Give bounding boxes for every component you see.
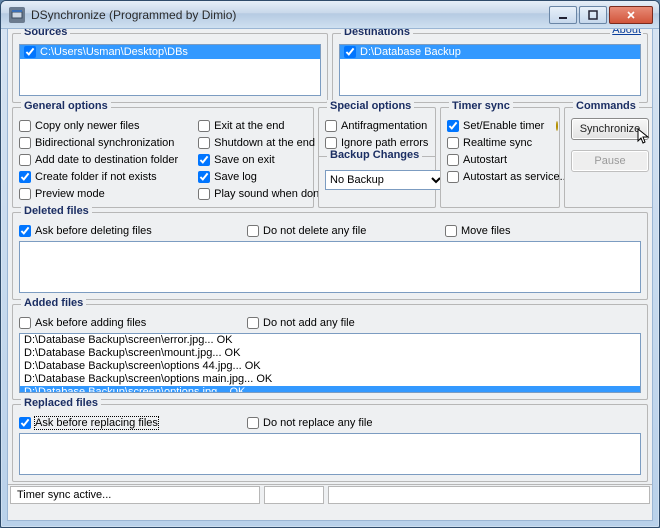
minimize-button[interactable]	[549, 6, 577, 24]
do-not-delete-checkbox[interactable]	[247, 225, 259, 237]
do-not-add-checkbox[interactable]	[247, 317, 259, 329]
move-files-label: Move files	[461, 225, 511, 237]
commands-group: Commands Synchronize Pause	[564, 107, 653, 208]
general-option-checkbox[interactable]	[198, 154, 210, 166]
general-option-label: Save on exit	[214, 154, 275, 166]
source-item-checkbox[interactable]	[24, 46, 36, 58]
timer-option-checkbox[interactable]	[447, 137, 459, 149]
general-option-checkbox[interactable]	[19, 154, 31, 166]
status-cell-2	[264, 486, 324, 504]
ask-before-delete-label: Ask before deleting files	[35, 225, 152, 237]
ask-before-replace-label: Ask before replacing files	[35, 417, 158, 429]
timer-option-checkbox[interactable]	[447, 120, 459, 132]
statusbar: Timer sync active...	[8, 484, 652, 504]
backup-changes-select[interactable]: No Backup	[325, 170, 445, 190]
do-not-replace-label: Do not replace any file	[263, 417, 372, 429]
added-file-row[interactable]: D:\Database Backup\screen\options 44.jpg…	[20, 360, 640, 373]
sources-group: Sources C:\Users\Usman\Desktop\DBs	[12, 33, 328, 103]
client-area: Sources C:\Users\Usman\Desktop\DBs Desti…	[7, 29, 653, 521]
general-options-title: General options	[21, 100, 111, 112]
general-option-label: Bidirectional synchronization	[35, 137, 174, 149]
general-option-checkbox[interactable]	[19, 120, 31, 132]
about-link[interactable]: About	[610, 29, 643, 36]
special-options-title: Special options	[327, 100, 414, 112]
destination-item[interactable]: D:\Database Backup	[340, 45, 640, 59]
added-file-row[interactable]: D:\Database Backup\screen\error.jpg... O…	[20, 334, 640, 347]
timer-sync-title: Timer sync	[449, 100, 513, 112]
do-not-replace-checkbox[interactable]	[247, 417, 259, 429]
status-cell-3	[328, 486, 650, 504]
general-option-checkbox[interactable]	[19, 171, 31, 183]
app-window: DSynchronize (Programmed by Dimio) Sourc…	[0, 0, 660, 528]
special-options-group: Special options AntifragmentationIgnore …	[318, 107, 436, 208]
general-options-group: General options Copy only newer filesBid…	[12, 107, 314, 208]
source-item[interactable]: C:\Users\Usman\Desktop\DBs	[20, 45, 320, 59]
synchronize-button[interactable]: Synchronize	[571, 118, 649, 140]
destinations-list[interactable]: D:\Database Backup	[339, 44, 641, 96]
added-file-row[interactable]: D:\Database Backup\screen\mount.jpg... O…	[20, 347, 640, 360]
general-option-label: Play sound when done	[214, 188, 325, 200]
timer-option-label: Autostart	[463, 154, 507, 166]
general-option-checkbox[interactable]	[198, 171, 210, 183]
deleted-files-list[interactable]	[19, 241, 641, 293]
general-option-checkbox[interactable]	[19, 137, 31, 149]
backup-changes-title: Backup Changes	[327, 149, 422, 161]
timer-option-checkbox[interactable]	[447, 154, 459, 166]
sources-title: Sources	[21, 29, 70, 38]
general-option-checkbox[interactable]	[198, 120, 210, 132]
ask-before-replace-checkbox[interactable]	[19, 417, 31, 429]
replaced-files-list[interactable]	[19, 433, 641, 475]
app-icon	[9, 7, 25, 23]
timer-active-icon	[556, 121, 558, 131]
timer-option-label: Autostart as service...	[463, 171, 569, 183]
destination-item-label: D:\Database Backup	[360, 46, 461, 58]
general-option-label: Exit at the end	[214, 120, 284, 132]
general-option-label: Copy only newer files	[35, 120, 140, 132]
general-option-label: Create folder if not exists	[35, 171, 157, 183]
timer-option-checkbox[interactable]	[447, 171, 459, 183]
destinations-group: Destinations About D:\Database Backup	[332, 33, 648, 103]
added-file-row[interactable]: D:\Database Backup\screen\options.jpg...…	[20, 386, 640, 393]
destinations-title: Destinations	[341, 29, 413, 38]
special-option-label: Antifragmentation	[341, 120, 427, 132]
maximize-button[interactable]	[579, 6, 607, 24]
general-option-label: Shutdown at the end	[214, 137, 315, 149]
do-not-add-label: Do not add any file	[263, 317, 355, 329]
commands-title: Commands	[573, 100, 639, 112]
general-option-label: Add date to destination folder	[35, 154, 178, 166]
special-option-checkbox[interactable]	[325, 137, 337, 149]
replaced-files-title: Replaced files	[21, 397, 101, 409]
sources-list[interactable]: C:\Users\Usman\Desktop\DBs	[19, 44, 321, 96]
titlebar[interactable]: DSynchronize (Programmed by Dimio)	[1, 1, 659, 29]
deleted-files-group: Deleted files Ask before deleting files …	[12, 212, 648, 300]
window-controls	[549, 6, 653, 24]
timer-option-label: Realtime sync	[463, 137, 532, 149]
timer-sync-group: Timer sync Set/Enable timerRealtime sync…	[440, 107, 560, 208]
general-option-checkbox[interactable]	[19, 188, 31, 200]
ask-before-add-checkbox[interactable]	[19, 317, 31, 329]
added-files-group: Added files Ask before adding files Do n…	[12, 304, 648, 400]
destination-item-checkbox[interactable]	[344, 46, 356, 58]
status-text: Timer sync active...	[10, 486, 260, 504]
added-file-row[interactable]: D:\Database Backup\screen\options main.j…	[20, 373, 640, 386]
general-option-checkbox[interactable]	[198, 137, 210, 149]
general-option-checkbox[interactable]	[198, 188, 210, 200]
timer-option-label: Set/Enable timer	[463, 120, 544, 132]
do-not-delete-label: Do not delete any file	[263, 225, 366, 237]
ask-before-delete-checkbox[interactable]	[19, 225, 31, 237]
move-files-checkbox[interactable]	[445, 225, 457, 237]
special-option-checkbox[interactable]	[325, 120, 337, 132]
close-button[interactable]	[609, 6, 653, 24]
added-files-title: Added files	[21, 297, 86, 309]
replaced-files-group: Replaced files Ask before replacing file…	[12, 404, 648, 482]
pause-button[interactable]: Pause	[571, 150, 649, 172]
special-option-label: Ignore path errors	[341, 137, 428, 149]
deleted-files-title: Deleted files	[21, 205, 92, 217]
general-option-label: Save log	[214, 171, 257, 183]
window-title: DSynchronize (Programmed by Dimio)	[31, 8, 549, 22]
ask-before-add-label: Ask before adding files	[35, 317, 146, 329]
general-option-label: Preview mode	[35, 188, 105, 200]
source-item-label: C:\Users\Usman\Desktop\DBs	[40, 46, 188, 58]
added-files-list[interactable]: D:\Database Backup\screen\error.jpg... O…	[19, 333, 641, 393]
